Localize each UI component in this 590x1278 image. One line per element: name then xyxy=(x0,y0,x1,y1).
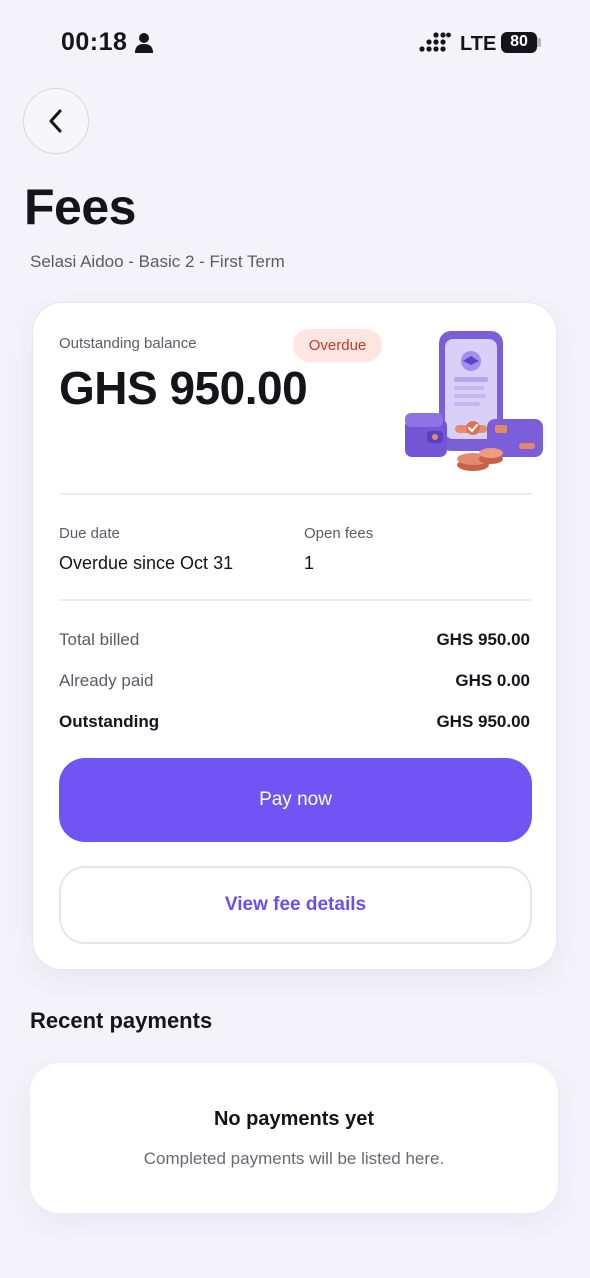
status-bar: 00:18 LTE 80 xyxy=(0,0,590,90)
total-billed-label: Total billed xyxy=(59,630,140,649)
total-billed-value: GHS 950.00 xyxy=(436,630,530,649)
battery-level: 80 xyxy=(510,33,528,50)
network-type: LTE xyxy=(460,33,497,55)
due-date-label: Due date xyxy=(59,525,120,542)
battery-icon: 80 xyxy=(501,32,543,56)
back-button[interactable] xyxy=(23,88,89,154)
pay-now-button[interactable]: Pay now xyxy=(59,758,532,842)
empty-state-subtitle: Completed payments will be listed here. xyxy=(143,1149,445,1168)
outstanding-label: Outstanding xyxy=(59,712,160,731)
signal-icon xyxy=(419,32,451,52)
recent-payments-title: Recent payments xyxy=(30,1008,213,1033)
outstanding-balance-label: Outstanding balance xyxy=(59,335,197,352)
balance-card: Outstanding balance GHS 950.00 Overdue D… xyxy=(32,302,557,970)
due-date-value: Overdue since Oct 31 xyxy=(59,553,234,573)
open-fees-label: Open fees xyxy=(304,525,374,542)
already-paid-value: GHS 0.00 xyxy=(455,671,530,690)
status-time: 00:18 xyxy=(61,28,128,56)
already-paid-label: Already paid xyxy=(59,671,154,690)
divider xyxy=(59,599,532,601)
divider xyxy=(59,493,532,495)
chevron-left-icon xyxy=(49,109,62,133)
recent-payments-empty-state: No payments yet Completed payments will … xyxy=(30,1063,558,1213)
outstanding-amount: GHS 950.00 xyxy=(59,362,308,414)
student-term-subtitle: Selasi Aidoo - Basic 2 - First Term xyxy=(30,252,285,271)
status-badge: Overdue xyxy=(293,329,382,362)
view-fee-details-button[interactable]: View fee details xyxy=(59,866,532,944)
outstanding-value: GHS 950.00 xyxy=(436,712,530,731)
empty-state-title: No payments yet xyxy=(213,1108,375,1130)
open-fees-value: 1 xyxy=(304,553,315,573)
page-title: Fees xyxy=(24,179,136,235)
phone-wallet-coins-icon xyxy=(405,331,543,471)
person-icon xyxy=(135,33,153,53)
